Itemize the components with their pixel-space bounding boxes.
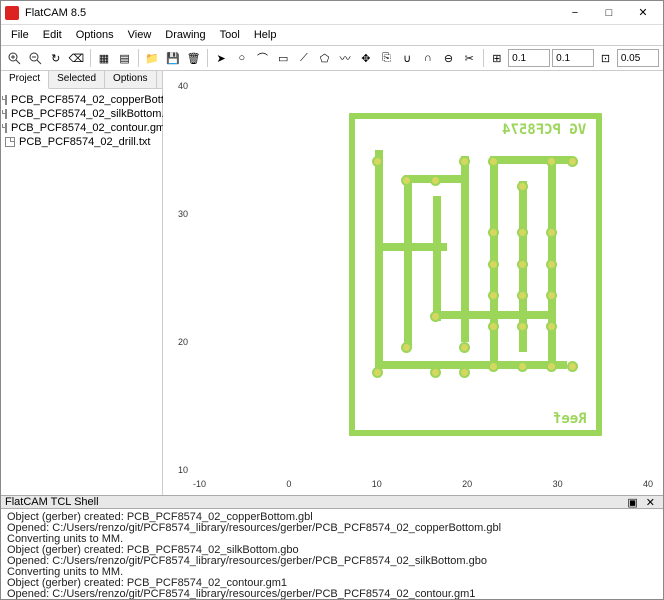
x-axis: -10010203040: [193, 479, 653, 489]
menu-help[interactable]: Help: [248, 27, 283, 43]
shell-undock-icon[interactable]: ▣: [623, 496, 641, 509]
pcb-board: VG PCF8574 Reef: [349, 113, 602, 436]
tcl-shell[interactable]: Object (gerber) created: PCB_PCF8574_02_…: [1, 509, 663, 599]
polyline-icon[interactable]: ⟋: [295, 48, 314, 68]
minimize-button[interactable]: −: [559, 3, 591, 23]
menu-drawing[interactable]: Drawing: [159, 27, 211, 43]
sidebar-tabs: Project Selected Options Tool: [1, 71, 162, 89]
file-label: PCB_PCF8574_02_drill.txt: [19, 136, 150, 148]
list-item[interactable]: PCB_PCF8574_02_silkBottom.gbo: [5, 107, 158, 121]
refresh-icon[interactable]: ↻: [46, 48, 65, 68]
file-label: PCB_PCF8574_02_silkBottom.gbo: [11, 108, 183, 120]
edit-icon[interactable]: ▤: [115, 48, 134, 68]
new-icon[interactable]: ▦: [95, 48, 114, 68]
shell-line: Opened: C:/Users/renzo/git/PCF8574_libra…: [7, 589, 657, 599]
app-title: FlatCAM 8.5: [25, 7, 559, 19]
shell-title: FlatCAM TCL Shell: [5, 496, 99, 508]
circle-icon[interactable]: ○: [232, 48, 251, 68]
menu-edit[interactable]: Edit: [37, 27, 68, 43]
path-icon[interactable]: 〰: [336, 48, 355, 68]
sidebar: Project Selected Options Tool PCB_PCF857…: [1, 71, 163, 495]
menubar: File Edit Options View Drawing Tool Help: [1, 25, 663, 45]
pointer-icon[interactable]: ➤: [212, 48, 231, 68]
canvas[interactable]: VG PCF8574 Reef: [163, 71, 663, 495]
file-icon: [5, 123, 7, 133]
snap-input[interactable]: [617, 49, 659, 67]
zoom-out-icon[interactable]: [26, 48, 45, 68]
move-icon[interactable]: ✥: [357, 48, 376, 68]
grid-x-input[interactable]: [508, 49, 550, 67]
subtract-icon[interactable]: ⊖: [439, 48, 458, 68]
app-icon: [5, 6, 19, 20]
copy-icon[interactable]: ⎘: [377, 48, 396, 68]
tab-selected[interactable]: Selected: [49, 71, 105, 88]
intersection-icon[interactable]: ∩: [419, 48, 438, 68]
polygon-icon[interactable]: ⬠: [315, 48, 334, 68]
menu-file[interactable]: File: [5, 27, 35, 43]
menu-view[interactable]: View: [122, 27, 158, 43]
snap-icon[interactable]: ⊡: [596, 48, 615, 68]
titlebar: FlatCAM 8.5 − □ ✕: [1, 1, 663, 25]
silk-text-bottom: Reef: [553, 411, 587, 427]
maximize-button[interactable]: □: [593, 3, 625, 23]
grid-y-input[interactable]: [552, 49, 594, 67]
rect-icon[interactable]: ▭: [274, 48, 293, 68]
silk-text-top: VG PCF8574: [502, 122, 586, 138]
shell-close-icon[interactable]: ✕: [642, 496, 659, 509]
list-item[interactable]: PCB_PCF8574_02_copperBottom.gbl: [5, 93, 158, 107]
shell-header: FlatCAM TCL Shell ▣ ✕: [1, 495, 663, 509]
file-list: PCB_PCF8574_02_copperBottom.gbl PCB_PCF8…: [1, 89, 162, 495]
grid-icon[interactable]: ⊞: [487, 48, 506, 68]
list-item[interactable]: PCB_PCF8574_02_drill.txt: [5, 135, 158, 149]
open-icon[interactable]: 📁: [143, 48, 162, 68]
save-icon[interactable]: 💾: [164, 48, 183, 68]
zoom-in-icon[interactable]: [5, 48, 24, 68]
cut-icon[interactable]: ✂: [460, 48, 479, 68]
file-icon: [5, 109, 7, 119]
file-label: PCB_PCF8574_02_contour.gm1: [11, 122, 171, 134]
menu-tool[interactable]: Tool: [214, 27, 246, 43]
close-button[interactable]: ✕: [627, 3, 659, 23]
delete-icon[interactable]: 🗑: [184, 48, 203, 68]
tab-project[interactable]: Project: [1, 71, 49, 89]
toolbar: ↻ ⌫ ▦ ▤ 📁 💾 🗑 ➤ ○ ⌒ ▭ ⟋ ⬠ 〰 ✥ ⎘ ∪ ∩ ⊖ ✂ …: [1, 45, 663, 71]
clear-icon[interactable]: ⌫: [67, 48, 86, 68]
union-icon[interactable]: ∪: [398, 48, 417, 68]
list-item[interactable]: PCB_PCF8574_02_contour.gm1: [5, 121, 158, 135]
arc-icon[interactable]: ⌒: [253, 48, 272, 68]
y-axis: 10203040: [168, 81, 188, 475]
tab-options[interactable]: Options: [105, 71, 156, 88]
file-icon: [5, 137, 15, 147]
menu-options[interactable]: Options: [70, 27, 120, 43]
file-icon: [5, 95, 7, 105]
